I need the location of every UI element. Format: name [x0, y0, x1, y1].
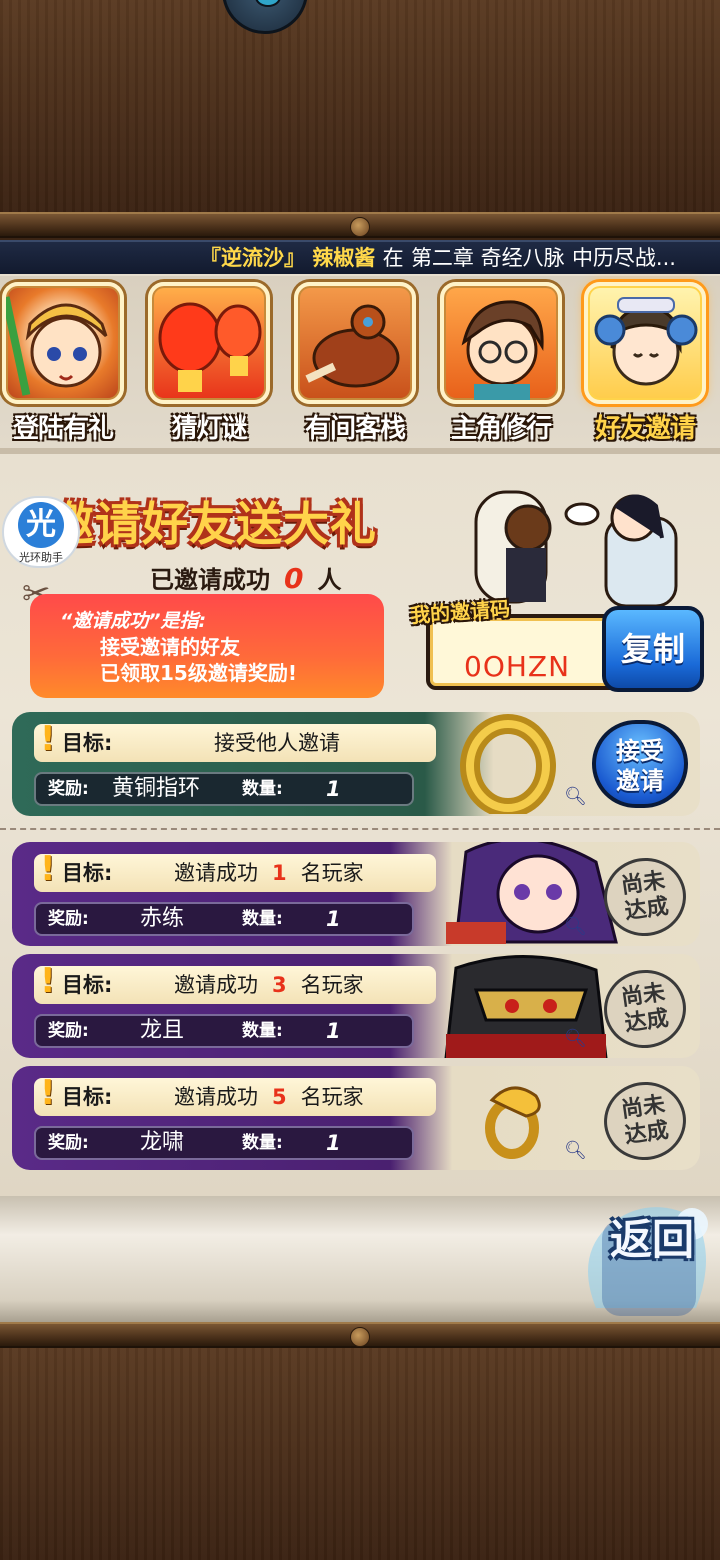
accept-label-line1: 接受 [616, 737, 664, 765]
event-tabs: 登陆有礼 猜灯谜 有间客栈 主角修行 好友邀请 [0, 276, 720, 448]
copy-button[interactable]: 复制 [602, 606, 704, 692]
reward-bar: 奖励: 赤练 数量: 1 [34, 902, 414, 936]
reward-bar: 奖励: 黄铜指环 数量: 1 [34, 772, 414, 806]
invited-count-line: 已邀请成功 0 人 [150, 562, 342, 595]
overlay-assistant-badge[interactable]: 光 光环助手 [2, 496, 80, 568]
invite-code-box: 0OHZN [426, 614, 626, 690]
tab-label: 登陆有礼 [12, 414, 114, 444]
invite-code-value: 0OHZN [464, 650, 571, 683]
dashed-separator [0, 828, 720, 830]
monkey-king-portrait-icon [2, 282, 124, 404]
goal-text: 接受他人邀请 [214, 731, 340, 755]
dragon-ring-icon[interactable] [462, 1072, 572, 1162]
assistant-label: 光环助手 [19, 551, 63, 564]
magnifier-icon[interactable]: 🔍︎ [564, 1028, 587, 1049]
task-row-invite-5: ! 目标: 邀请成功 5 名玩家 奖励: 龙啸 数量: 1 🔍︎ 尚未 达成 [12, 1066, 700, 1170]
invite-title: 邀请好友送大礼 [48, 497, 377, 551]
goal-bar: ! 目标: 邀请成功 1 名玩家 [34, 850, 436, 892]
invited-count: 0 [284, 562, 304, 595]
roast-chicken-icon [294, 282, 416, 404]
exclamation-icon: ! [40, 961, 56, 1001]
reward-bar: 奖励: 龙且 数量: 1 [34, 1014, 414, 1048]
scroll-rail-top [0, 212, 720, 238]
girl-portrait-icon [584, 282, 706, 404]
invite-code-area: 0OHZN 我的邀请码 复制 [409, 597, 704, 694]
invite-success-note: “邀请成功”是指: 接受邀请的好友 已领取15级邀请奖励! [30, 594, 384, 698]
reward-name: 龙啸 [140, 1130, 185, 1155]
hero-portrait-icon [440, 282, 562, 404]
chilian-hero-portrait-icon[interactable] [426, 842, 626, 946]
tab-login-gift[interactable]: 登陆有礼 [0, 282, 126, 444]
wood-background-bottom [0, 1348, 720, 1560]
reward-quantity: 1 [326, 777, 341, 801]
task-row-invite-3: ! 目标: 邀请成功 3 名玩家 奖励: 龙且 数量: 1 🔍︎ 尚未 达成 [12, 954, 700, 1058]
goal-bar: ! 目标: 接受他人邀请 [34, 720, 436, 762]
reward-quantity: 1 [326, 1019, 341, 1043]
not-achieved-stamp: 尚未 达成 [598, 1076, 692, 1166]
tab-lantern-riddle[interactable]: 猜灯谜 [146, 282, 272, 444]
reward-quantity: 1 [326, 1131, 341, 1155]
accept-invite-button[interactable]: 接受 邀请 [592, 720, 688, 808]
characters-illustration-icon [466, 478, 706, 608]
goal-text: 邀请成功 5 名玩家 [174, 1085, 364, 1109]
tab-hero-training[interactable]: 主角修行 [438, 282, 564, 444]
tab-inn[interactable]: 有间客栈 [292, 282, 418, 444]
assistant-logo-icon: 光 [18, 502, 64, 548]
task-row-accept-invite: ! 目标: 接受他人邀请 奖励: 黄铜指环 数量: 1 🔍︎ 接受 邀请 [12, 712, 700, 816]
back-label: 返回 [609, 1215, 694, 1264]
goal-bar: ! 目标: 邀请成功 5 名玩家 [34, 1074, 436, 1116]
tab-label: 主角修行 [450, 414, 552, 444]
magnifier-icon[interactable]: 🔍︎ [564, 786, 587, 807]
goal-text: 邀请成功 3 名玩家 [174, 973, 364, 997]
tab-friend-invite[interactable]: 好友邀请 [582, 282, 708, 444]
accept-label-line2: 邀请 [616, 767, 664, 795]
reward-quantity: 1 [326, 907, 341, 931]
tab-label: 好友邀请 [594, 414, 696, 444]
tab-label: 有间客栈 [304, 414, 406, 444]
exclamation-icon: ! [40, 719, 56, 759]
task-row-invite-1: ! 目标: 邀请成功 1 名玩家 奖励: 赤练 数量: 1 🔍︎ 尚未 达成 [12, 842, 700, 946]
goal-bar: ! 目标: 邀请成功 3 名玩家 [34, 962, 436, 1004]
wood-background-top [0, 0, 720, 215]
scroll-rail-bottom [0, 1322, 720, 1348]
lantern-icon [148, 282, 270, 404]
reward-bar: 奖励: 龙啸 数量: 1 [34, 1126, 414, 1160]
reward-name: 龙且 [140, 1018, 185, 1043]
magnifier-icon[interactable]: 🔍︎ [564, 916, 587, 937]
exclamation-icon: ! [40, 849, 56, 889]
news-ticker: 『逆流沙』 辣椒酱 在 第二章 奇经八脉 中历尽战... [0, 240, 720, 274]
magnifier-icon[interactable]: 🔍︎ [564, 1140, 587, 1161]
goal-text: 邀请成功 1 名玩家 [174, 861, 364, 885]
exclamation-icon: ! [40, 1073, 56, 1113]
reward-name: 黄铜指环 [112, 776, 201, 801]
reward-name: 赤练 [140, 906, 185, 931]
tab-label: 猜灯谜 [171, 414, 247, 444]
